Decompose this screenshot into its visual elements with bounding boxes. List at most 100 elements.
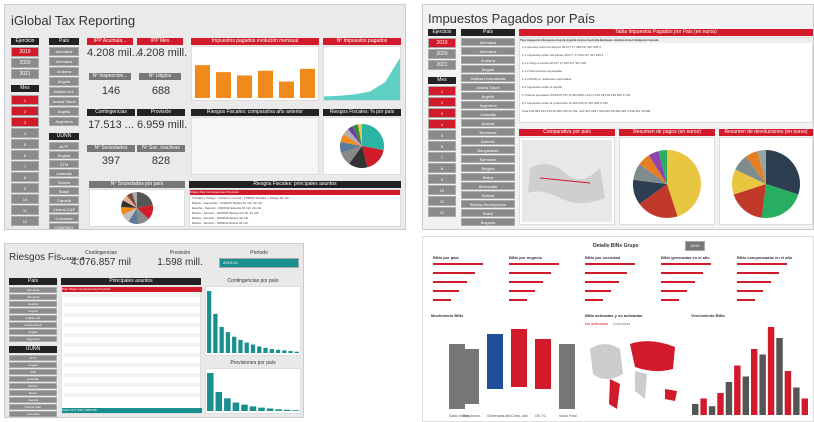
mes-button[interactable]: 1 (11, 95, 39, 105)
pais-item[interactable]: Andorra (461, 56, 515, 64)
mes-button[interactable]: 11 (11, 205, 39, 215)
uunn-item[interactable]: Australia (49, 169, 79, 177)
pais-item[interactable]: Argentina (461, 101, 515, 109)
kpi-k1: BINs por país (431, 253, 503, 307)
pais-item[interactable]: Argelia (49, 107, 79, 116)
pais-item[interactable]: Angola (9, 308, 57, 314)
pais-item[interactable]: Alemania (9, 287, 57, 293)
mes-button[interactable]: 7 (11, 161, 39, 171)
pais-item[interactable]: Argelia (9, 329, 57, 335)
pais-item[interactable]: Alemania (461, 38, 515, 46)
bar (725, 382, 733, 415)
pais-item[interactable]: Arabia Saudí (9, 322, 57, 328)
bar (266, 408, 274, 411)
mes-button[interactable]: 10 (11, 194, 39, 204)
pais-item[interactable]: Angola (49, 77, 79, 86)
mes-button[interactable]: 4 (428, 119, 456, 129)
pais-item[interactable]: Alemania (461, 47, 515, 55)
page-title: Impuestos Pagados por País (428, 11, 595, 26)
pais-item[interactable]: Barbados (461, 155, 515, 163)
pais-item[interactable]: Andorra (49, 67, 79, 76)
pais-item[interactable]: Bahamas (461, 128, 515, 136)
soc-inactivas-value: 828 (151, 155, 171, 167)
pais-item[interactable]: Alemania (49, 47, 79, 56)
mes-button[interactable]: 1 (428, 86, 456, 96)
mes-button[interactable]: 5 (11, 139, 39, 149)
mes-button[interactable]: 8 (11, 172, 39, 182)
pais-item[interactable]: Austria (461, 119, 515, 127)
pais-item[interactable]: Bosnia-Herzegovina (461, 200, 515, 208)
year-button[interactable]: 2020 (11, 58, 39, 68)
year-button[interactable]: 2019 (428, 38, 456, 48)
mes-button[interactable]: 7 (428, 152, 456, 162)
uunn-item[interactable]: Central G&F (9, 404, 57, 410)
mes-button[interactable]: 6 (11, 150, 39, 160)
pais-item[interactable]: Belice (461, 173, 515, 181)
uunn-item[interactable]: Central G&F (49, 205, 79, 213)
uunn-item[interactable]: ALTF (49, 142, 79, 150)
pais-item[interactable]: Angola (461, 65, 515, 73)
uunn-item[interactable]: Colombia (49, 214, 79, 222)
uunn-item[interactable]: Canadá (9, 397, 57, 403)
pais-item[interactable]: Alemania (9, 294, 57, 300)
mes-button[interactable]: 6 (428, 141, 456, 151)
uunn-item[interactable]: COMPANY (49, 223, 79, 229)
uunn-item[interactable]: ATM (9, 369, 57, 375)
pais-item[interactable]: Argelia (461, 92, 515, 100)
year-button[interactable]: 2019 (11, 47, 39, 57)
uunn-item[interactable]: Australia (9, 376, 57, 382)
table-header: País Objeto Contingencias Provisión (62, 287, 202, 292)
pais-item[interactable]: Brasil (461, 209, 515, 217)
mes-button[interactable]: 2 (428, 97, 456, 107)
pais-item[interactable]: Bermudas (461, 182, 515, 190)
mes-button[interactable]: 10 (428, 185, 456, 195)
uunn-item[interactable]: Bolivia (49, 178, 79, 186)
mes-button[interactable]: 8 (428, 163, 456, 173)
table-row (64, 348, 200, 352)
pais-item[interactable]: Bulgaria (461, 218, 515, 226)
mes-button[interactable]: 9 (11, 183, 39, 193)
mes-button[interactable]: 5 (428, 130, 456, 140)
uunn-item[interactable]: Brasil (49, 187, 79, 195)
uunn-item[interactable]: Angola (49, 151, 79, 159)
pais-item[interactable]: Bolivia (461, 191, 515, 199)
bar (717, 393, 724, 415)
year-button[interactable]: 2021 (11, 69, 39, 79)
mes-button[interactable]: 9 (428, 174, 456, 184)
uunn-item[interactable]: Bolivia (9, 383, 57, 389)
mes-button[interactable]: 11 (428, 196, 456, 206)
pais-item[interactable]: Bélgica (461, 164, 515, 172)
pais-item[interactable]: Arabia Saudí (49, 97, 79, 106)
uunn-item[interactable]: Angola (9, 362, 57, 368)
mes-button[interactable]: 12 (428, 207, 456, 217)
pais-item[interactable]: Alemania (49, 57, 79, 66)
year-button[interactable]: 2020 (428, 49, 456, 59)
bar (258, 70, 273, 98)
mes-button[interactable]: 4 (11, 128, 39, 138)
table-row (64, 363, 200, 367)
pais-item[interactable]: Antillas Hol. (9, 315, 57, 321)
mes-button[interactable]: 2 (11, 106, 39, 116)
pais-item[interactable]: Australia (461, 110, 515, 118)
pais-item[interactable]: Antillas Holandesas (461, 74, 515, 82)
uunn-item[interactable]: Canadá (49, 196, 79, 204)
periodo-select[interactable]: 2019-04 (219, 258, 299, 268)
pais-item[interactable]: Bahrein (461, 137, 515, 145)
pais-item[interactable]: Antillas Hol. (49, 87, 79, 96)
year-button[interactable]: 2021 (428, 60, 456, 70)
resumen-devoluciones-chart (719, 137, 813, 225)
uunn-item[interactable]: ATM (49, 160, 79, 168)
mes-button[interactable]: 3 (11, 117, 39, 127)
uunn-item[interactable]: ALTF (9, 355, 57, 361)
uunn-item[interactable]: Colombia (9, 411, 57, 417)
pais-item[interactable]: Argentina (49, 117, 79, 126)
pais-item[interactable]: Arabia Saudí (461, 83, 515, 91)
mes-button[interactable]: 3 (428, 108, 456, 118)
pais-item[interactable]: Argentina (9, 336, 57, 342)
year-toggle[interactable]: 2019 (685, 241, 705, 251)
table-row (64, 303, 200, 307)
mes-button[interactable]: 12 (11, 216, 39, 226)
uunn-item[interactable]: Brasil (9, 390, 57, 396)
pais-item[interactable]: Andorra (9, 301, 57, 307)
pais-item[interactable]: Bangladesh (461, 146, 515, 154)
